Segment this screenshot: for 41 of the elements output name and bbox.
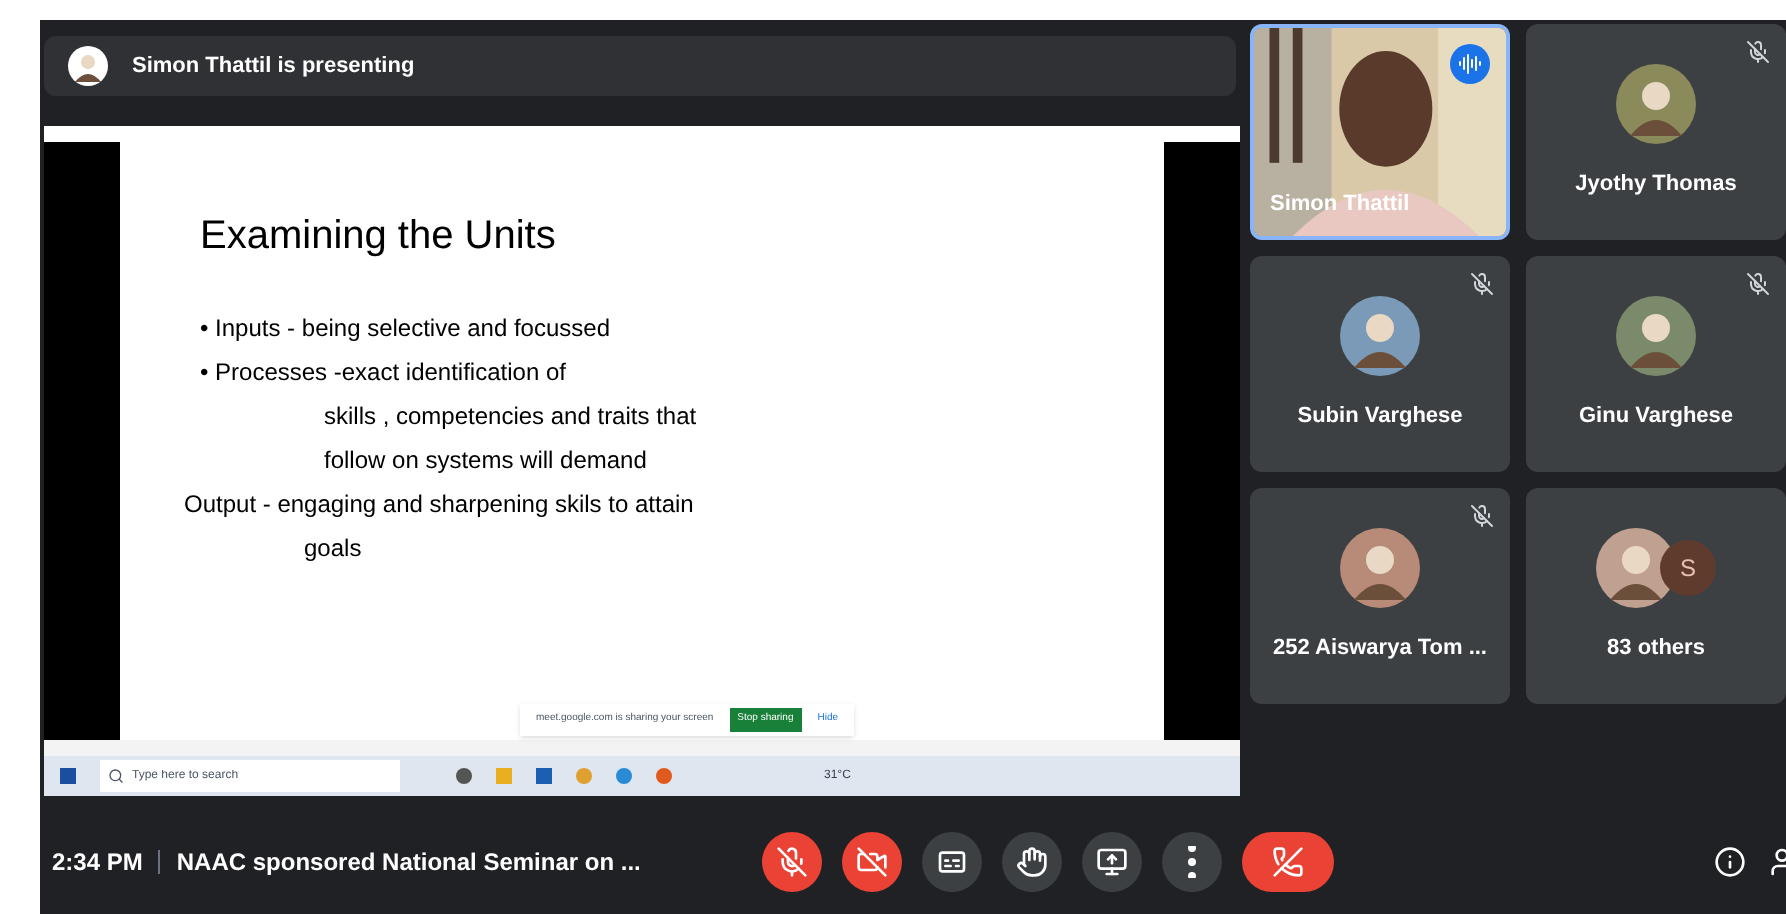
meeting-time: 2:34 PM [52,846,143,880]
participant-name: 83 others [1607,633,1705,664]
slide-text-line: skills , competencies and traits that [322,400,699,434]
presenting-text: Simon Thattil is presenting [132,51,415,82]
slide-text-line: • Processes -exact identification of [200,356,568,390]
camera-off-button[interactable] [842,832,902,892]
slide-text-line: • Inputs - being selective and focussed [200,312,612,346]
info-button[interactable] [1714,846,1746,878]
avatar [1616,295,1696,376]
meeting-title: NAAC sponsored National Seminar on ... [176,846,641,880]
more-options-button[interactable] [1162,832,1222,892]
app-icon[interactable] [456,768,472,784]
participant-name: Simon Thattil [1270,189,1410,219]
app-icon[interactable] [616,768,632,784]
slide-text-line: Output - engaging and sharpening skils to attain [184,488,696,522]
participant-name: Ginu Varghese [1578,401,1734,432]
search-icon [108,768,124,784]
slide-text-line: follow on systems will demand [322,444,649,478]
camera-off-icon [856,846,888,878]
avatar [1340,527,1420,608]
start-icon[interactable] [60,768,76,784]
presenter-avatar [68,46,108,86]
participant-name: Jyothy Thomas [1575,169,1737,200]
phone-hang-up-icon [1272,846,1304,878]
end-call-button[interactable] [1242,832,1334,892]
slide-text-line: goals [302,532,364,566]
present-screen-icon [1096,846,1128,878]
captions-icon [936,846,968,878]
avatar [1340,295,1420,376]
avatar-initial: S [1660,539,1716,596]
raise-hand-button[interactable] [1002,832,1062,892]
mic-off-icon [776,846,808,878]
present-button[interactable] [1082,832,1142,892]
mic-off-button[interactable] [762,832,822,892]
participant-name: 252 Aiswarya Tom ... [1273,633,1487,664]
participant-name: Subin Varghese [1297,401,1463,432]
captions-button[interactable] [922,832,982,892]
hand-icon [1016,846,1048,878]
slide-title: Examining the Units [200,212,558,262]
app-icon[interactable] [656,768,672,784]
avatar [1616,63,1696,144]
